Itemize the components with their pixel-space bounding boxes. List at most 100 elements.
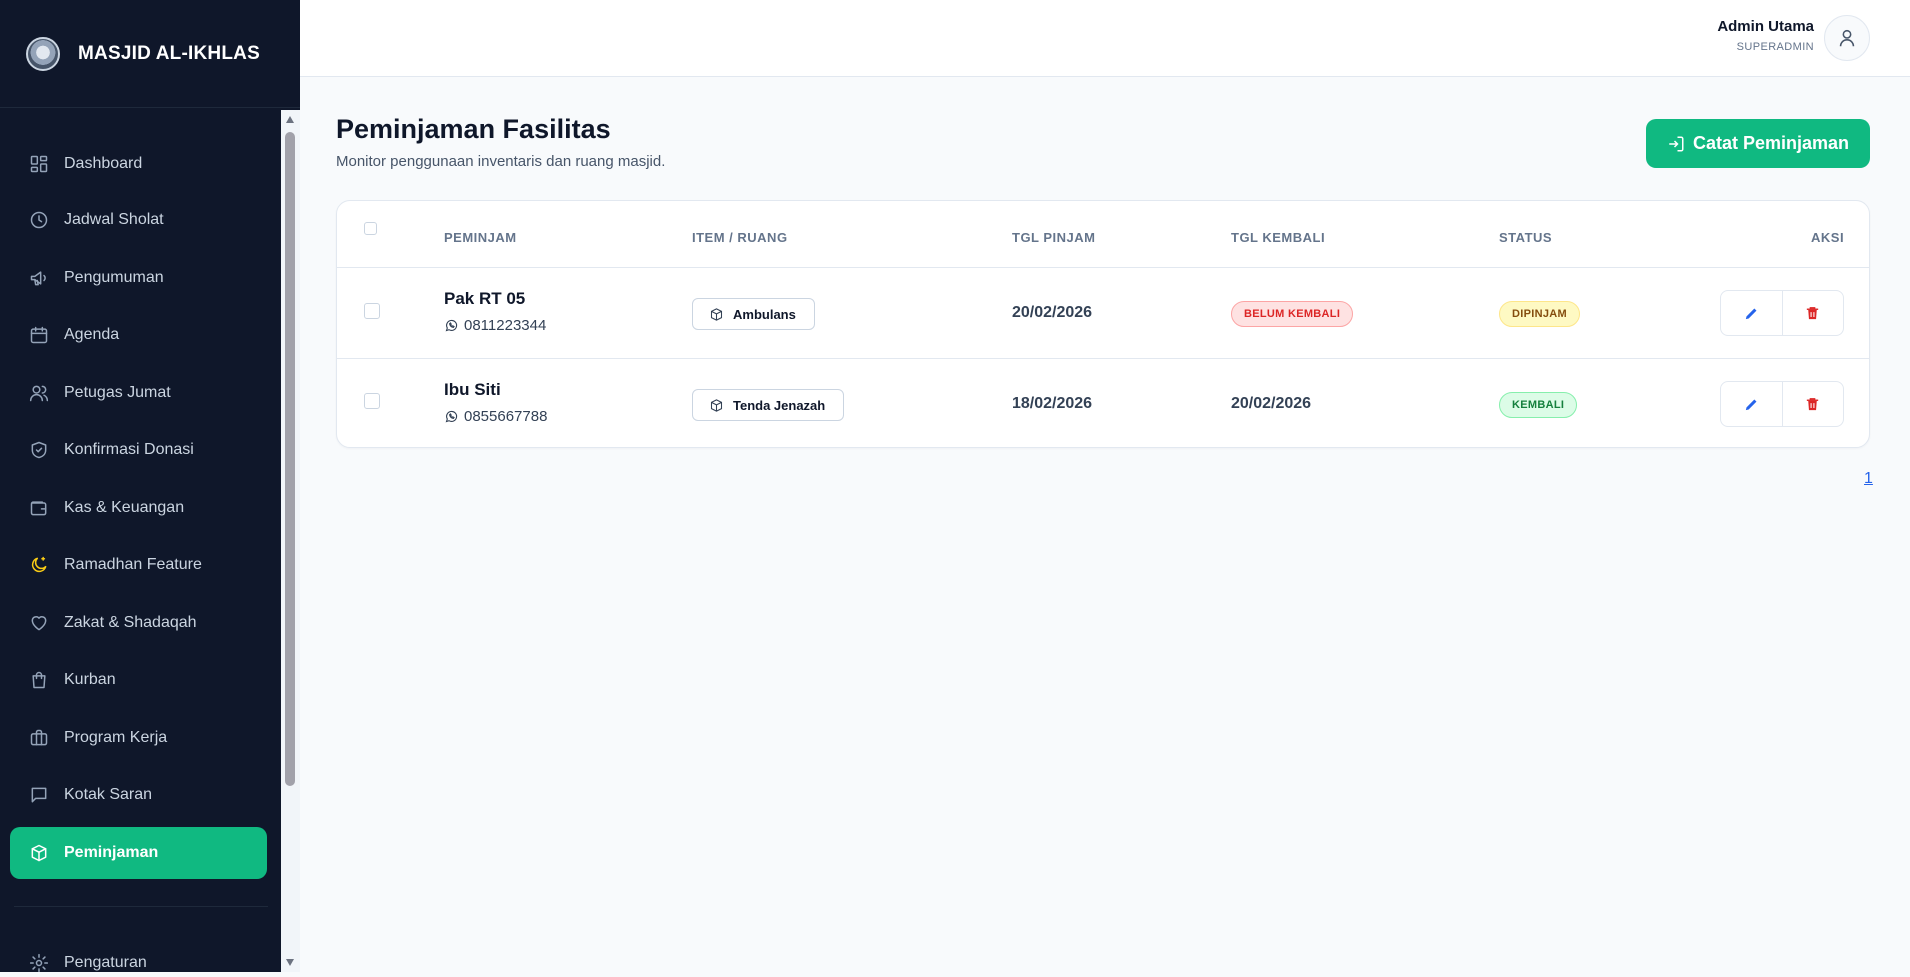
page-subtitle: Monitor penggunaan inventaris dan ruang … xyxy=(336,153,666,170)
tgl-pinjam: 18/02/2026 xyxy=(1012,395,1093,412)
whatsapp-icon xyxy=(445,319,458,332)
sidebar-item-kas-keuangan[interactable]: Kas & Keuangan xyxy=(10,482,267,534)
clock-icon xyxy=(28,209,50,231)
trash-icon xyxy=(1807,306,1819,319)
delete-button[interactable] xyxy=(1781,382,1843,426)
page-title: Peminjaman Fasilitas xyxy=(336,114,611,144)
gear-icon xyxy=(28,952,50,972)
sidebar-item-label: Petugas Jumat xyxy=(64,384,171,401)
borrower-phone: 0811223344 xyxy=(444,317,546,334)
sidebar-item-label: Konfirmasi Donasi xyxy=(64,441,194,458)
loan-table: PEMINJAM ITEM / RUANG TGL PINJAM TGL KEM… xyxy=(336,200,1870,448)
whatsapp-icon xyxy=(445,410,458,423)
scroll-thumb[interactable] xyxy=(285,132,295,786)
edit-button[interactable] xyxy=(1721,382,1782,426)
item-name: Ambulans xyxy=(733,306,796,322)
user-name: Admin Utama xyxy=(1717,18,1814,35)
status-badge: KEMBALI xyxy=(1499,392,1578,418)
status-badge: DIPINJAM xyxy=(1499,301,1580,327)
dashboard-icon xyxy=(28,153,50,175)
column-header-tgl-kembali: TGL KEMBALI xyxy=(1231,230,1326,245)
borrower-name: Pak RT 05 xyxy=(444,289,526,308)
sidebar-item-jadwal-sholat[interactable]: Jadwal Sholat xyxy=(10,194,267,246)
edit-button[interactable] xyxy=(1721,291,1782,335)
pencil-icon xyxy=(1745,399,1757,410)
sidebar-item-pengumuman[interactable]: Pengumuman xyxy=(10,252,267,304)
tgl-pinjam: 20/02/2026 xyxy=(1012,304,1093,321)
column-header-status: STATUS xyxy=(1499,230,1553,245)
item-name: Tenda Jenazah xyxy=(733,397,826,413)
column-header-aksi: AKSI xyxy=(1811,230,1845,245)
sidebar-item-ramadhan-feature[interactable]: Ramadhan Feature xyxy=(10,539,267,591)
top-header: Admin Utama SUPERADMIN xyxy=(300,0,1910,77)
sidebar-divider xyxy=(14,906,268,907)
sidebar-item-agenda[interactable]: Agenda xyxy=(10,309,267,361)
sidebar-item-label: Kotak Saran xyxy=(64,786,153,803)
brand[interactable]: MASJID AL-IKHLAS xyxy=(0,0,300,108)
column-header-peminjam: PEMINJAM xyxy=(444,230,517,245)
row-checkbox[interactable] xyxy=(364,393,380,409)
sidebar-item-dashboard[interactable]: Dashboard xyxy=(10,138,267,190)
phone-number: 0855667788 xyxy=(464,408,548,425)
sidebar-item-kurban[interactable]: Kurban xyxy=(10,654,267,706)
sidebar-item-label: Zakat & Shadaqah xyxy=(64,614,197,631)
pagination-page-1[interactable]: 1 xyxy=(1864,470,1873,488)
sidebar-item-pengaturan[interactable]: Pengaturan xyxy=(10,937,267,972)
box-icon xyxy=(710,307,723,321)
wallet-icon xyxy=(28,497,50,519)
briefcase-icon xyxy=(28,727,50,749)
tgl-kembali-badge: BELUM KEMBALI xyxy=(1231,301,1354,327)
moon-icon xyxy=(28,554,50,576)
column-header-tgl-pinjam: TGL PINJAM xyxy=(1012,230,1096,245)
user-role: SUPERADMIN xyxy=(1736,41,1814,53)
sidebar-item-label: Program Kerja xyxy=(64,729,168,746)
sidebar-item-petugas-jumat[interactable]: Petugas Jumat xyxy=(10,367,267,419)
bag-icon xyxy=(28,669,50,691)
select-all-checkbox[interactable] xyxy=(364,222,377,235)
login-icon xyxy=(1669,136,1684,151)
pencil-icon xyxy=(1745,308,1757,319)
megaphone-icon xyxy=(28,267,50,289)
add-loan-button[interactable]: Catat Peminjaman xyxy=(1646,119,1870,168)
sidebar-scrollbar[interactable] xyxy=(281,110,300,972)
sidebar-item-label: Peminjaman xyxy=(64,844,159,861)
box-icon xyxy=(710,398,723,412)
sidebar-item-label: Agenda xyxy=(64,326,120,343)
avatar[interactable] xyxy=(1824,15,1870,61)
sidebar-item-label: Dashboard xyxy=(64,155,143,172)
trash-icon xyxy=(1807,397,1819,410)
brand-name: MASJID AL-IKHLAS xyxy=(78,42,260,64)
box-icon xyxy=(28,842,50,864)
users-icon xyxy=(28,382,50,404)
row-actions xyxy=(1720,290,1844,336)
sidebar-item-label: Jadwal Sholat xyxy=(64,211,164,228)
mosque-logo xyxy=(26,36,60,71)
add-loan-label: Catat Peminjaman xyxy=(1692,133,1850,153)
user-icon xyxy=(1839,29,1855,47)
phone-number: 0811223344 xyxy=(464,317,547,334)
calendar-icon xyxy=(28,324,50,346)
sidebar: MASJID AL-IKHLAS Dashboard Jadwal Sholat… xyxy=(0,0,300,972)
sidebar-item-kotak-saran[interactable]: Kotak Saran xyxy=(10,769,267,821)
sidebar-nav: Dashboard Jadwal Sholat Pengumuman Agend… xyxy=(0,108,281,972)
sidebar-item-label: Pengumuman xyxy=(64,269,164,286)
sidebar-item-label: Pengaturan xyxy=(64,954,147,971)
message-icon xyxy=(28,784,50,806)
column-header-item: ITEM / RUANG xyxy=(692,230,788,245)
sidebar-item-label: Kurban xyxy=(64,671,116,688)
item-chip: Tenda Jenazah xyxy=(692,389,845,421)
scroll-up-icon[interactable] xyxy=(286,116,294,123)
borrower-name: Ibu Siti xyxy=(444,380,501,399)
scroll-down-icon[interactable] xyxy=(286,959,294,966)
table-row: Pak RT 05 0811223344 Ambulans 20/02/2026… xyxy=(337,268,1869,358)
row-checkbox[interactable] xyxy=(364,303,380,319)
sidebar-item-peminjaman[interactable]: Peminjaman xyxy=(10,827,267,879)
sidebar-item-program-kerja[interactable]: Program Kerja xyxy=(10,712,267,764)
user-info[interactable]: Admin Utama SUPERADMIN xyxy=(1717,18,1814,53)
sidebar-item-konfirmasi-donasi[interactable]: Konfirmasi Donasi xyxy=(10,424,267,476)
delete-button[interactable] xyxy=(1781,291,1843,335)
row-actions xyxy=(1720,381,1844,427)
item-chip: Ambulans xyxy=(692,298,815,330)
sidebar-item-label: Ramadhan Feature xyxy=(64,556,202,573)
sidebar-item-zakat-shadaqah[interactable]: Zakat & Shadaqah xyxy=(10,597,267,649)
